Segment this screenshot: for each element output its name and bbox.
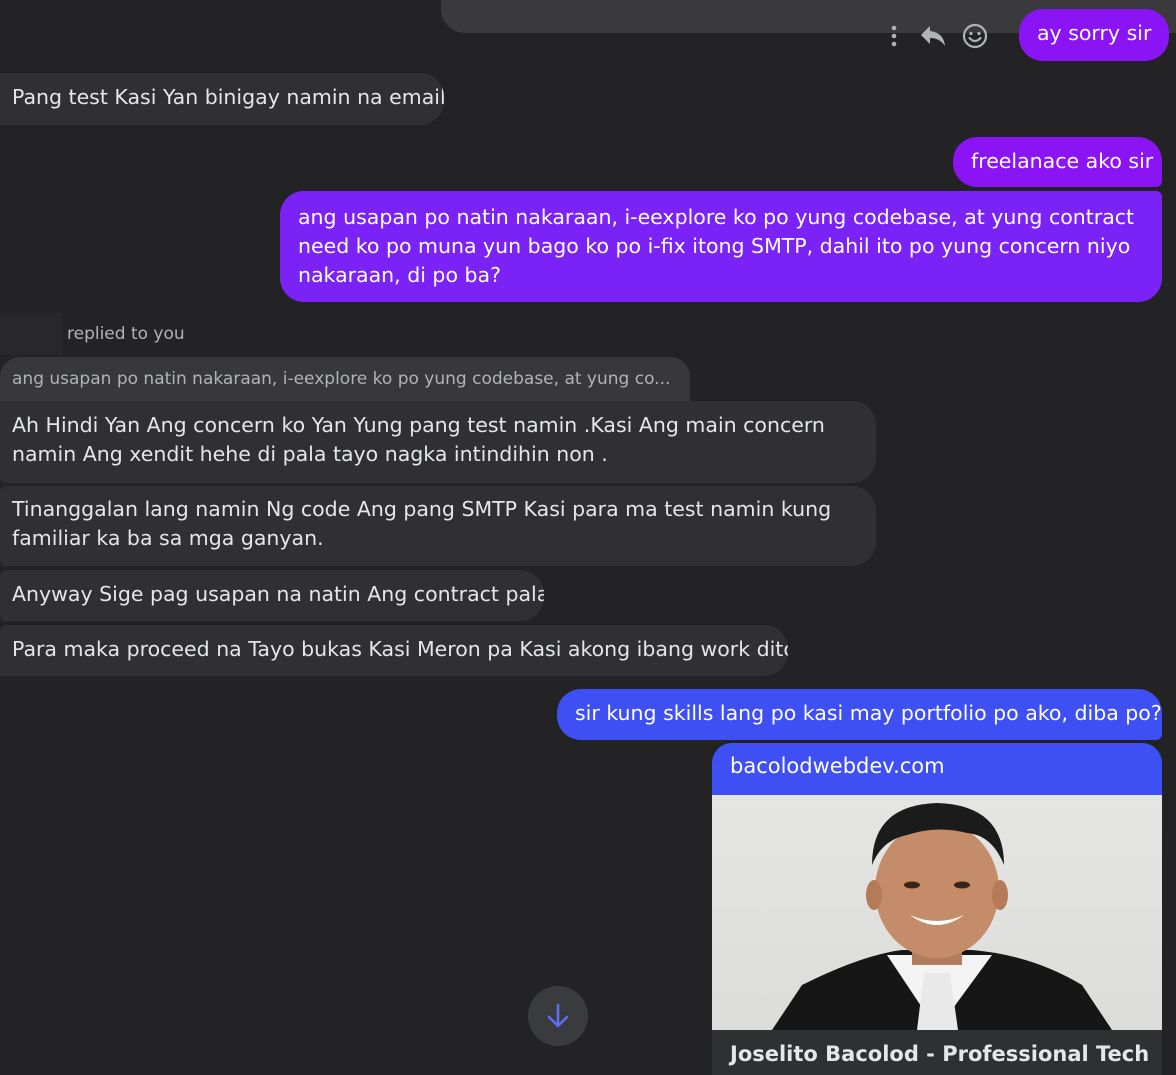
avatar [0,313,62,355]
more-vertical-icon[interactable] [890,25,898,47]
message-actions [890,16,988,56]
message-text-line: Ah Hindi Yan Ang concern ko Yan Yung pan… [12,413,825,437]
reply-label: replied to you [67,324,185,344]
reply-header: replied to you [0,313,185,355]
emoji-icon[interactable] [962,23,988,49]
message-text: ay sorry sir [1037,21,1152,45]
link-title: Joselito Bacolod - Professional Tech [730,1042,1150,1066]
message-text-line: nakaraan, di po ba? [298,263,501,287]
arrow-down-icon [547,1003,569,1029]
message-text-line: need ko po muna yun bago ko po i-fix ito… [298,234,1131,258]
message-incoming[interactable]: Pang test Kasi Yan binigay namin na emai… [0,73,444,125]
chat-thread: ay sorry sir Pang test Kasi Yan binigay … [0,0,1176,1075]
message-outgoing[interactable]: ay sorry sir [1019,9,1170,61]
quoted-text: ang usapan po natin nakaraan, i-eexplore… [12,369,671,389]
message-text-line: namin Ang xendit hehe di pala tayo nagka… [12,442,608,466]
message-text: sir kung skills lang po kasi may portfol… [575,701,1162,725]
message-text: Para maka proceed na Tayo bukas Kasi Mer… [12,637,788,661]
message-incoming[interactable]: Anyway Sige pag usapan na natin Ang cont… [0,570,544,621]
scroll-to-bottom-button[interactable] [528,986,588,1046]
message-outgoing[interactable]: ang usapan po natin nakaraan, i-eexplore… [280,191,1162,302]
message-text: Pang test Kasi Yan binigay namin na emai… [12,85,444,109]
message-text-line: Tinanggalan lang namin Ng code Ang pang … [12,497,832,521]
link-domain: bacolodwebdev.com [712,743,1162,795]
message-text: Anyway Sige pag usapan na natin Ang cont… [12,582,544,606]
message-text-line: familiar ka ba sa mga ganyan. [12,526,324,550]
link-preview-card[interactable]: bacolodwebdev.com Joselito Bacolod - Pro… [712,743,1162,1075]
message-incoming[interactable]: Para maka proceed na Tayo bukas Kasi Mer… [0,625,788,676]
message-incoming[interactable]: Tinanggalan lang namin Ng code Ang pang … [0,486,876,566]
message-outgoing[interactable]: freelanace ako sir [953,137,1162,187]
link-preview-image [712,795,1162,1030]
reply-icon[interactable] [920,24,948,48]
message-text: freelanace ako sir [971,149,1154,173]
message-text-line: ang usapan po natin nakaraan, i-eexplore… [298,205,1135,229]
message-incoming[interactable]: Ah Hindi Yan Ang concern ko Yan Yung pan… [0,401,876,483]
message-outgoing[interactable]: sir kung skills lang po kasi may portfol… [557,689,1162,740]
